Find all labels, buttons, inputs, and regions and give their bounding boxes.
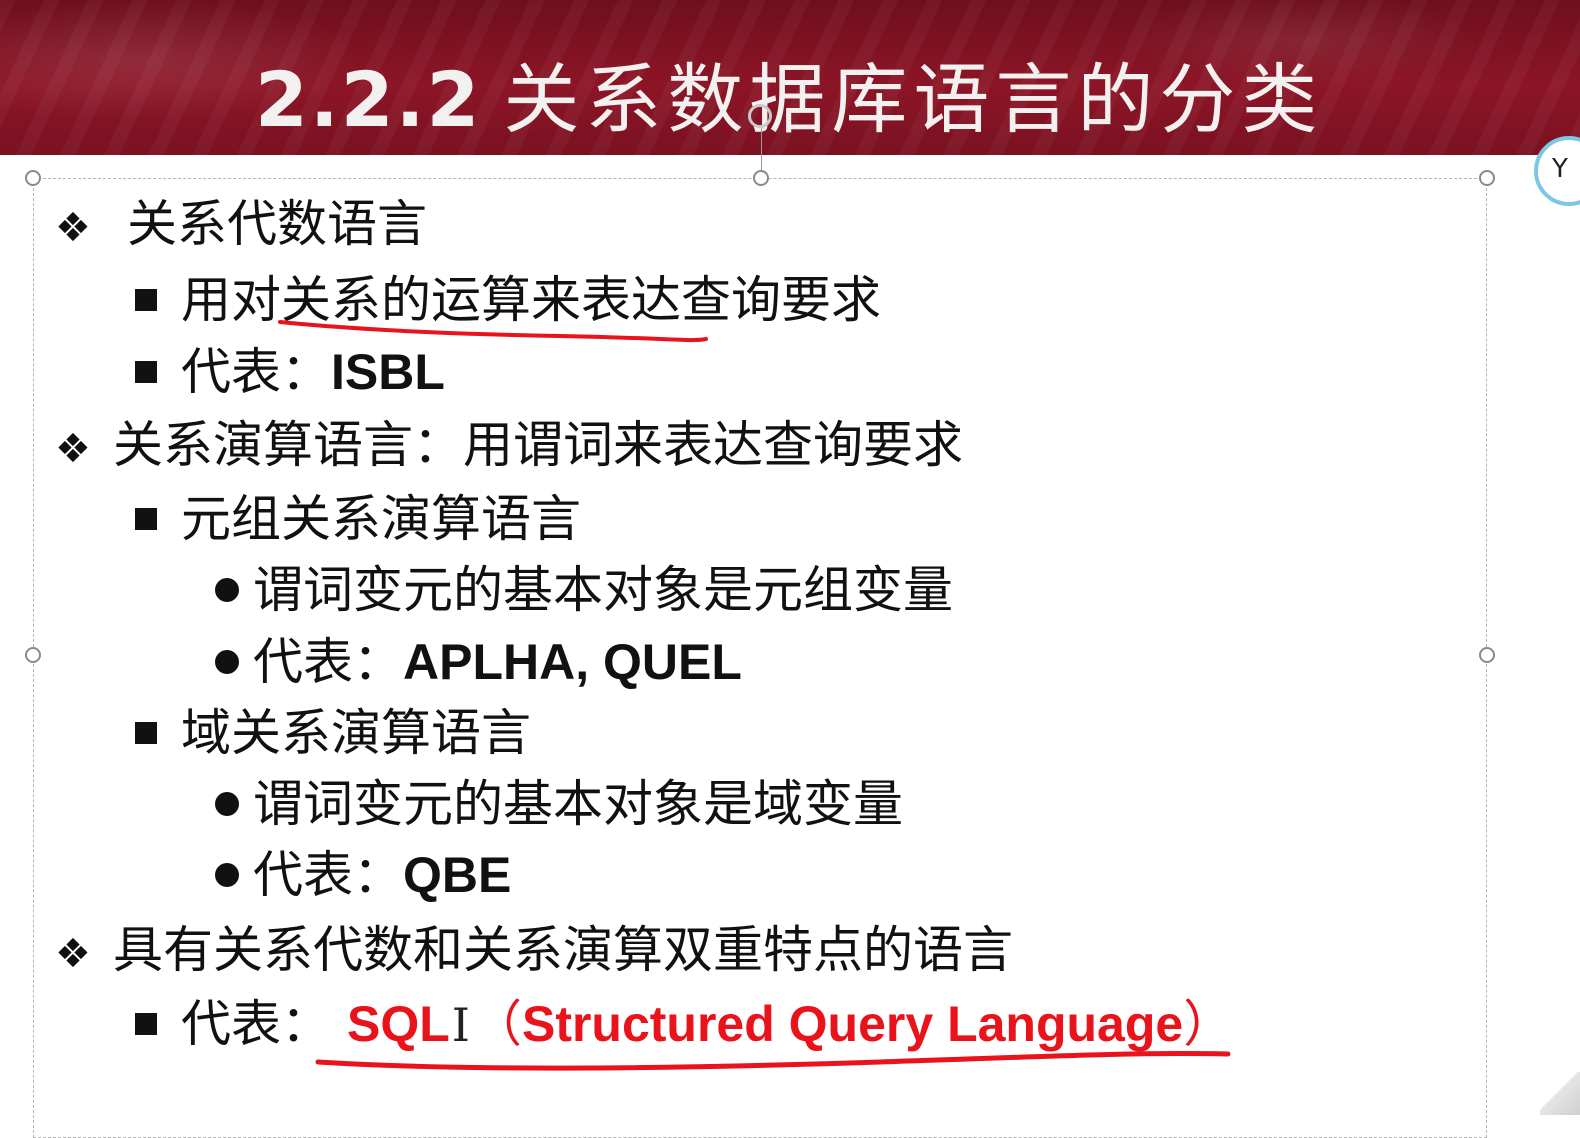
rotate-handle-icon[interactable] [748,104,772,128]
sql-full-name: Structured Query Language [521,996,1184,1052]
list-item-level3: 谓词变元的基本对象是域变量 [215,772,903,836]
resize-handle-top-left[interactable] [25,170,41,186]
diamond-bullet-icon: ❖ [55,425,91,472]
resize-handle-top-right[interactable] [1479,170,1495,186]
title-text: 关系数据库语言的分类 [503,55,1324,144]
title-number: 2.2.2 [255,55,482,144]
text-cursor-icon: I [451,998,470,1052]
resize-handle-top-center[interactable] [753,170,769,186]
list-item-level1: ❖ 关系代数语言 [55,192,427,260]
diamond-bullet-icon: ❖ [55,930,91,977]
rotate-handle-connector [761,128,762,176]
list-item-level2: 域关系演算语言 [135,701,531,765]
list-item-level1: ❖ 具有关系代数和关系演算双重特点的语言 [55,918,1013,986]
dot-bullet-icon [215,577,239,602]
list-item-level2: 代表： SQLI（Structured Query Language） [135,992,1233,1057]
list-item-level2: 用对关系的运算来表达查询要求 [135,268,881,332]
list-item-level3: 谓词变元的基本对象是元组变量 [215,558,953,622]
dot-bullet-icon [215,791,239,816]
square-bullet-icon [135,360,157,383]
square-bullet-icon [135,721,157,744]
slide-title[interactable]: 2.2.2 关系数据库语言的分类 [255,52,1323,147]
list-item-level3: 代表：APLHA, QUEL [215,630,742,694]
sql-highlight: SQL [347,996,450,1052]
list-item-level3: 代表：QBE [215,843,511,907]
list-item-level2: 元组关系演算语言 [135,487,581,551]
dot-bullet-icon [215,649,239,674]
square-bullet-icon [135,288,157,311]
resize-handle-middle-left[interactable] [25,647,41,663]
page-curl-corner [1540,1072,1580,1115]
square-bullet-icon [135,1012,157,1035]
dot-bullet-icon [215,862,239,887]
list-item-level1: ❖ 关系演算语言：用谓词来表达查询要求 [55,413,963,481]
resize-handle-middle-right[interactable] [1479,647,1495,663]
slide-title-bar: 2.2.2 关系数据库语言的分类 [0,0,1580,155]
diamond-bullet-icon: ❖ [55,204,91,251]
square-bullet-icon [135,507,157,530]
list-item-level2: 代表：ISBL [135,340,445,404]
